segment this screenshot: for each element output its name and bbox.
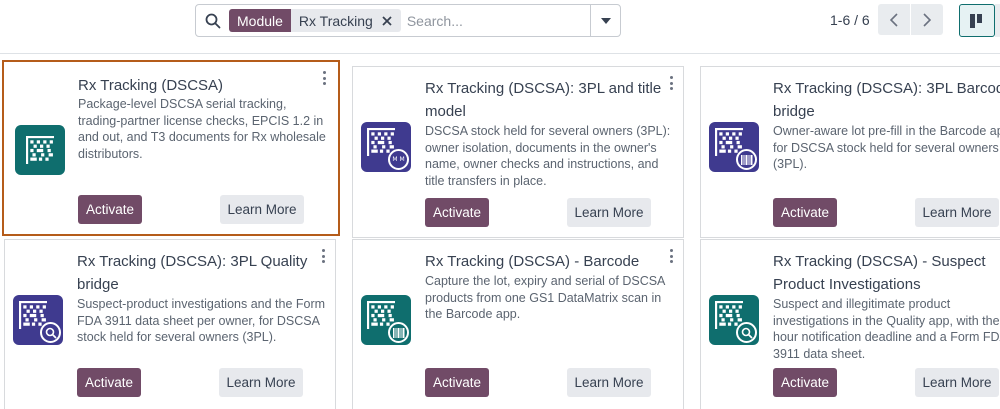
activate-button[interactable]: Activate bbox=[425, 368, 489, 397]
card-menu-icon[interactable] bbox=[320, 249, 326, 263]
card-summary: DSCSA stock held for several owners (3PL… bbox=[425, 124, 671, 188]
close-icon[interactable] bbox=[379, 13, 395, 29]
card-title[interactable]: Rx Tracking (DSCSA) bbox=[78, 74, 328, 97]
facet-label: Module bbox=[229, 9, 291, 32]
datamatrix-icon bbox=[13, 295, 63, 345]
facet-value: Rx Tracking bbox=[298, 12, 373, 29]
datamatrix-icon bbox=[15, 125, 65, 175]
activate-button[interactable]: Activate bbox=[77, 368, 141, 397]
datamatrix-icon bbox=[361, 295, 411, 345]
module-card[interactable]: M M Rx Tracking (DSCSA): 3PL and title m… bbox=[352, 66, 684, 238]
search-icon[interactable] bbox=[196, 5, 229, 36]
chevron-left-icon bbox=[890, 12, 898, 27]
barcode-badge-icon bbox=[736, 149, 757, 170]
activate-button[interactable]: Activate bbox=[773, 368, 837, 397]
module-card[interactable]: Rx Tracking (DSCSA) Package-level DSCSA … bbox=[2, 60, 340, 236]
chevron-right-icon bbox=[923, 12, 931, 27]
control-panel: Module Rx Tracking 1-6 / 6 bbox=[0, 0, 1000, 54]
card-title[interactable]: Rx Tracking (DSCSA): 3PL and title model bbox=[425, 77, 675, 123]
card-menu-icon[interactable] bbox=[668, 76, 674, 90]
magnifier-badge-icon bbox=[40, 322, 61, 343]
magnifier-badge-icon bbox=[736, 322, 757, 343]
module-card[interactable]: Rx Tracking (DSCSA) - Suspect Product In… bbox=[700, 239, 1000, 409]
module-card[interactable]: Rx Tracking (DSCSA): 3PL Barcode bridge … bbox=[700, 66, 1000, 238]
module-card[interactable]: Rx Tracking (DSCSA): 3PL Quality bridge … bbox=[4, 239, 336, 409]
learn-more-button[interactable]: Learn More bbox=[219, 368, 303, 397]
search-options-toggle[interactable] bbox=[590, 5, 620, 36]
datamatrix-icon bbox=[709, 122, 759, 172]
card-title[interactable]: Rx Tracking (DSCSA): 3PL Barcode bridge bbox=[773, 77, 1000, 123]
learn-more-button[interactable]: Learn More bbox=[220, 195, 304, 224]
card-title[interactable]: Rx Tracking (DSCSA) - Suspect Product In… bbox=[773, 250, 1000, 296]
datamatrix-icon bbox=[709, 295, 759, 345]
pager-previous-button[interactable] bbox=[878, 4, 910, 35]
facet-value-wrap: Rx Tracking bbox=[290, 9, 401, 32]
card-summary: Suspect and illegitimate product investi… bbox=[773, 297, 1000, 361]
caret-down-icon bbox=[600, 17, 611, 24]
card-title[interactable]: Rx Tracking (DSCSA) - Barcode bbox=[425, 250, 675, 273]
activate-button[interactable]: Activate bbox=[425, 198, 489, 227]
learn-more-button[interactable]: Learn More bbox=[567, 198, 651, 227]
barcode-badge-icon bbox=[388, 322, 409, 343]
learn-more-button[interactable]: Learn More bbox=[915, 368, 999, 397]
card-summary: Owner-aware lot pre-fill in the Barcode … bbox=[773, 124, 1000, 171]
search-facet: Module Rx Tracking bbox=[229, 9, 401, 32]
badge-text: M M bbox=[392, 155, 405, 163]
activate-button[interactable]: Activate bbox=[773, 198, 837, 227]
card-summary: Suspect-product investigations and the F… bbox=[77, 297, 326, 344]
card-summary: Package-level DSCSA serial tracking, tra… bbox=[78, 97, 326, 161]
kanban-view-button[interactable] bbox=[959, 4, 995, 37]
module-card[interactable]: Rx Tracking (DSCSA) - Barcode Capture th… bbox=[352, 239, 684, 409]
kanban-icon bbox=[970, 13, 982, 28]
card-menu-icon[interactable] bbox=[668, 249, 674, 263]
pager-value[interactable]: 1-6 / 6 bbox=[830, 12, 870, 28]
card-summary: Capture the lot, expiry and serial of DS… bbox=[425, 274, 665, 321]
pager-next-button[interactable] bbox=[911, 4, 943, 35]
owner-badge-icon: M M bbox=[388, 149, 409, 170]
search-input[interactable] bbox=[400, 6, 590, 35]
learn-more-button[interactable]: Learn More bbox=[915, 198, 999, 227]
activate-button[interactable]: Activate bbox=[78, 195, 142, 224]
list-view-button[interactable] bbox=[995, 4, 1000, 37]
search-bar[interactable]: Module Rx Tracking bbox=[195, 4, 621, 37]
learn-more-button[interactable]: Learn More bbox=[567, 368, 651, 397]
card-menu-icon[interactable] bbox=[321, 71, 327, 85]
card-title[interactable]: Rx Tracking (DSCSA): 3PL Quality bridge bbox=[77, 250, 327, 296]
datamatrix-icon: M M bbox=[361, 122, 411, 172]
